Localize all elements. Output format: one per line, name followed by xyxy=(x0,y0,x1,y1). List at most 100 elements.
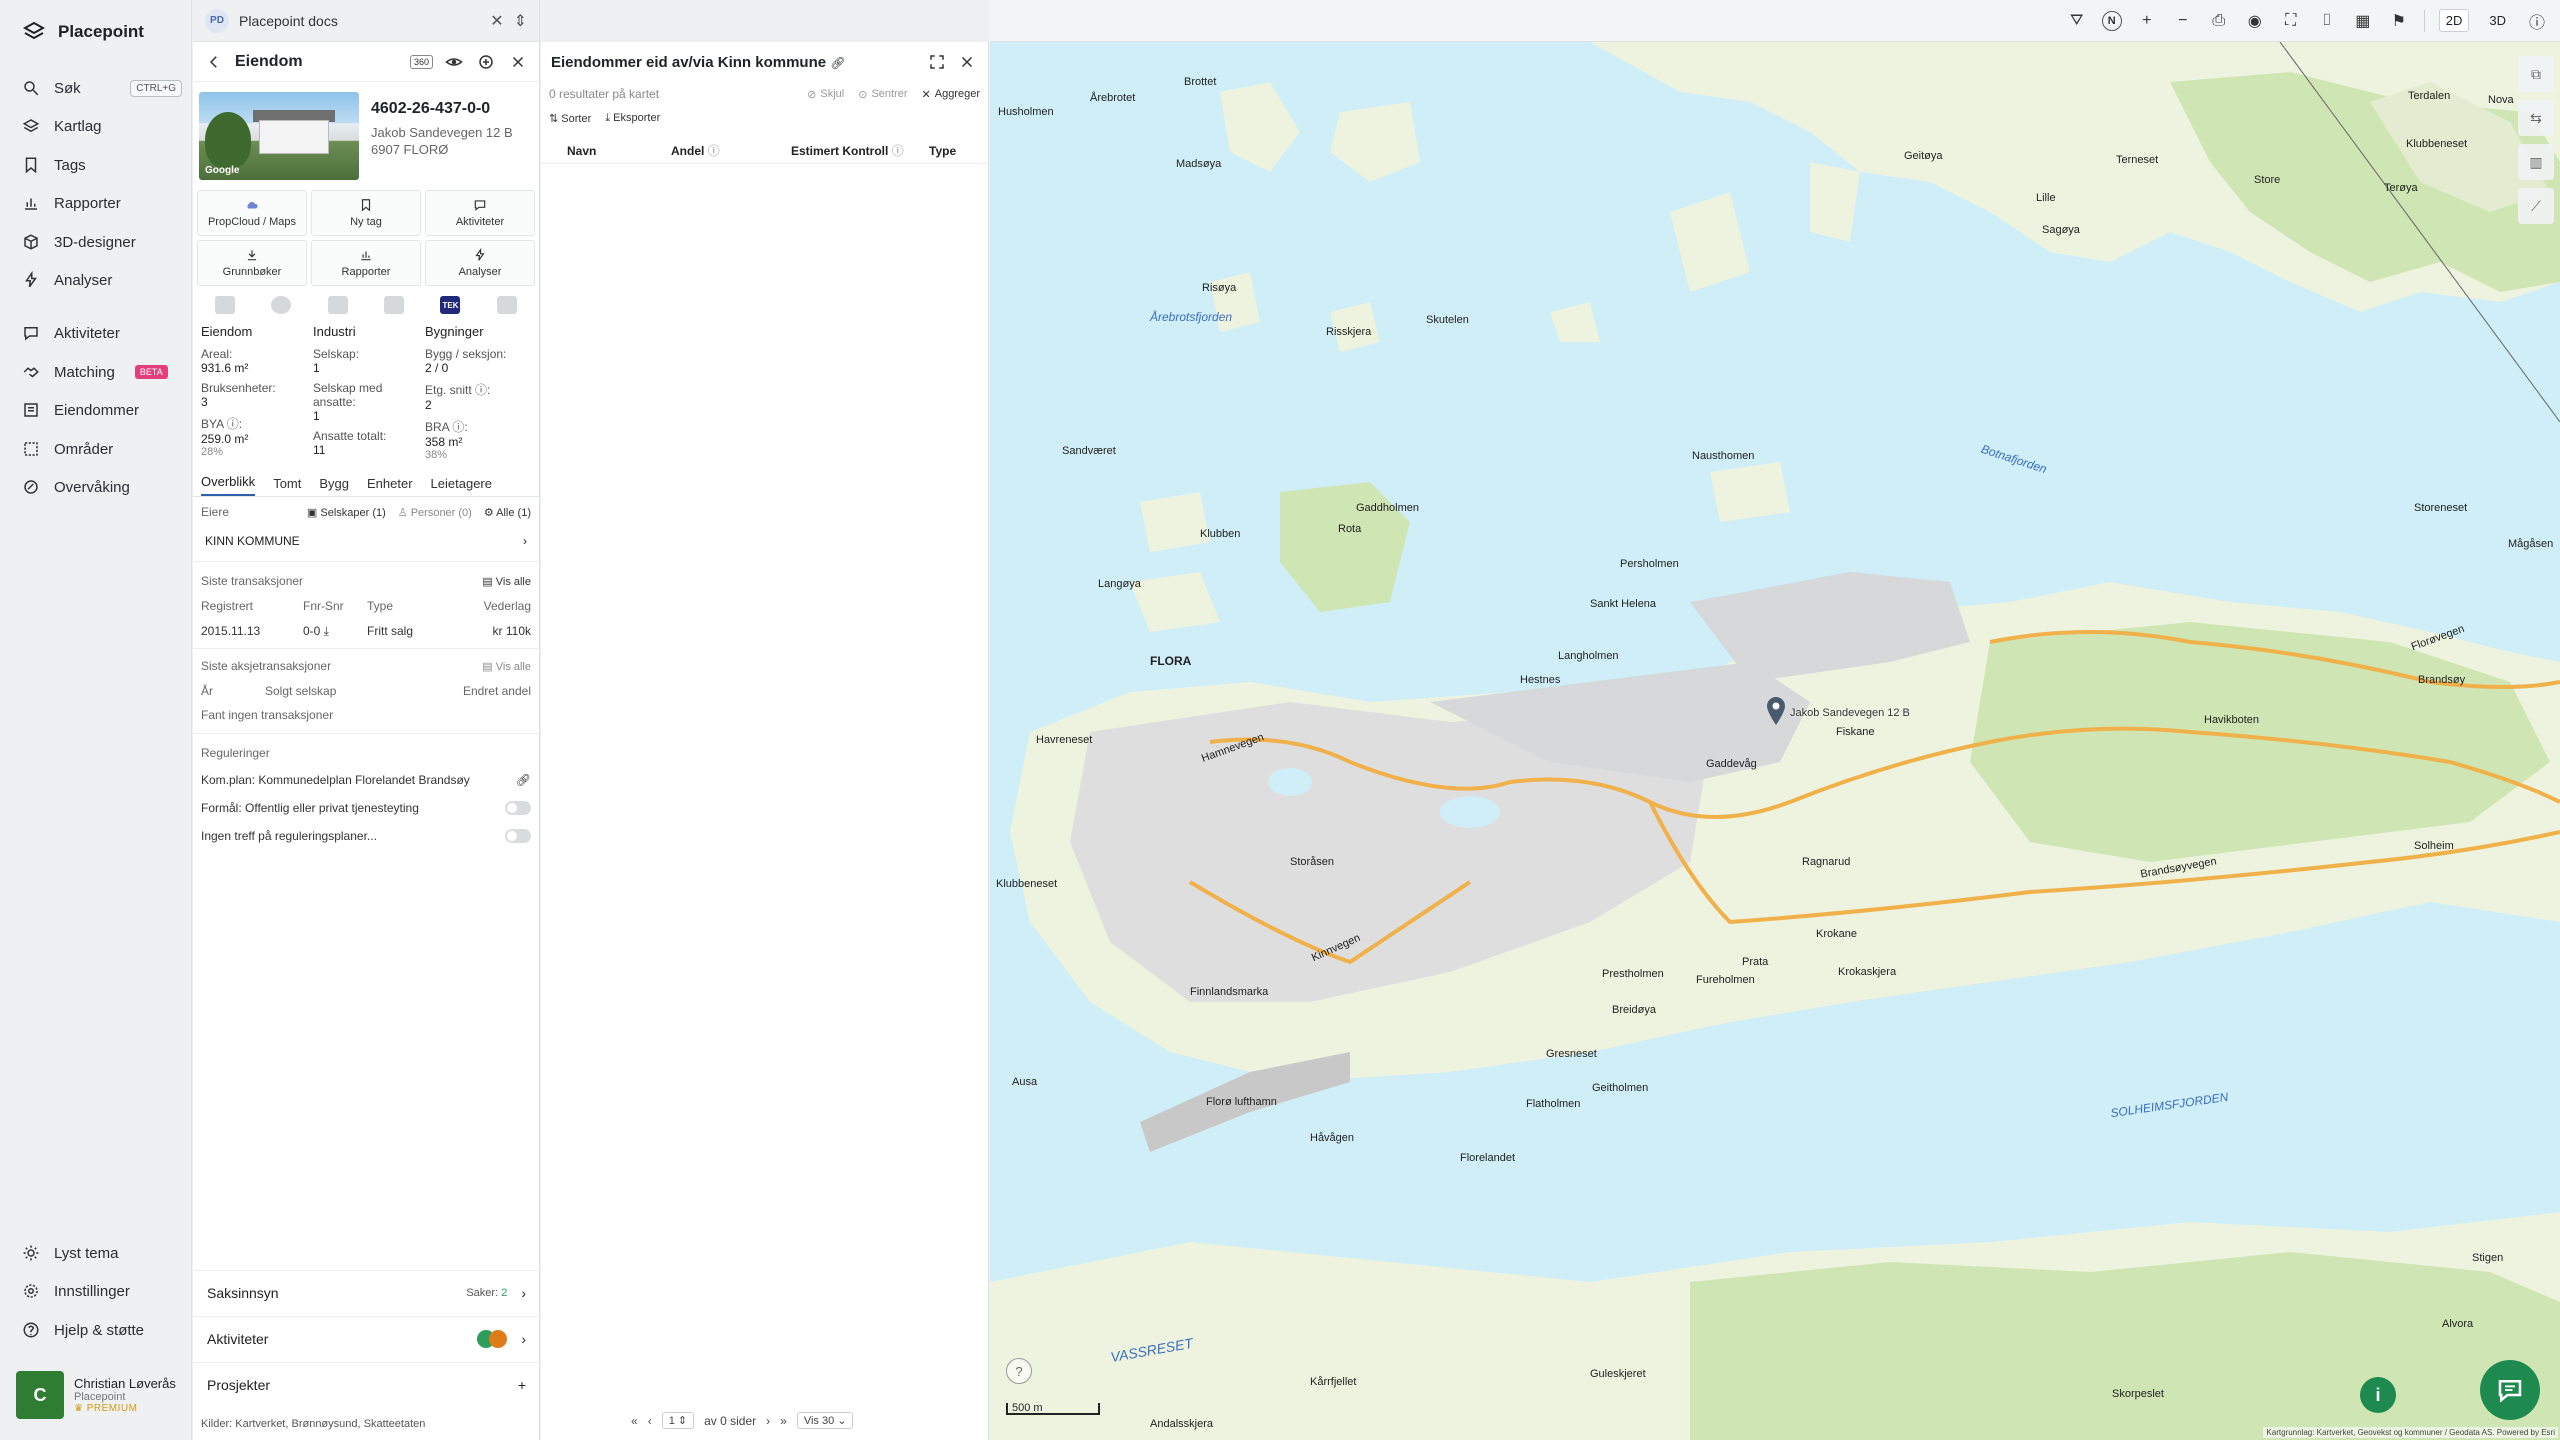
analyses-button[interactable]: Analyser xyxy=(425,240,535,286)
info-fab-button[interactable]: i xyxy=(2360,1377,2396,1413)
propcloud-button[interactable]: PropCloud / Maps xyxy=(197,190,307,236)
close-icon[interactable]: ✕ xyxy=(490,11,503,31)
map-canvas[interactable]: FLORA Årebrotsfjorden Botnafjorden SOLHE… xyxy=(990,42,2560,1440)
property-pin[interactable] xyxy=(1766,696,1786,729)
close-panel-icon[interactable] xyxy=(507,51,529,73)
new-tag-button[interactable]: Ny tag xyxy=(311,190,421,236)
tek-source-icon[interactable]: TEK xyxy=(440,296,461,314)
per-page-select[interactable]: Vis 30 ⌄ xyxy=(796,1412,854,1429)
info-icon[interactable]: ⓘ xyxy=(2526,10,2548,32)
aktiviteter-section[interactable]: Aktiviteter › xyxy=(193,1316,540,1360)
col-type[interactable]: Type xyxy=(929,144,956,158)
nav-item-overvaking[interactable]: Overvåking xyxy=(22,472,182,502)
doc-tab[interactable]: PD Placepoint docs ✕ ⇕ xyxy=(193,0,539,42)
purpose-toggle[interactable] xyxy=(505,801,531,815)
brand[interactable]: Placepoint xyxy=(22,20,144,44)
zoom-in-icon[interactable]: + xyxy=(2136,10,2158,32)
next-page-icon[interactable]: › xyxy=(766,1414,770,1428)
nav-item-3d-designer[interactable]: 3D-designer xyxy=(22,227,182,257)
filter-persons[interactable]: ♙ Personer (0) xyxy=(398,506,472,519)
map-compare-button[interactable]: ⇆ xyxy=(2518,100,2554,136)
source-icon-6[interactable] xyxy=(496,296,517,314)
layers-3d-icon[interactable]: ⛛ xyxy=(2066,10,2088,32)
nav-item-tags[interactable]: Tags xyxy=(22,150,182,180)
map-label-place: Skorpeslet xyxy=(2112,1388,2164,1400)
nav-item-sok[interactable]: Søk CTRL+G xyxy=(22,73,182,103)
last-page-icon[interactable]: » xyxy=(780,1414,787,1428)
eye-icon[interactable]: ◉ xyxy=(2244,10,2266,32)
export-button[interactable]: ⤓ Eksporter xyxy=(605,112,660,125)
hide-button[interactable]: ⊘ Skjul xyxy=(807,88,844,101)
regulation-plan-row[interactable]: Kom.plan: Kommunedelplan Florelandet Bra… xyxy=(193,766,539,794)
map-label-place: Skutelen xyxy=(1426,314,1469,326)
camera-icon[interactable]: ⌷ xyxy=(2316,10,2338,32)
zoom-out-icon[interactable]: − xyxy=(2172,10,2194,32)
nav-item-omrader[interactable]: Områder xyxy=(22,434,182,464)
tab-bygg[interactable]: Bygg xyxy=(319,476,349,496)
map-help-icon[interactable]: ? xyxy=(1006,1358,1032,1384)
prosjekter-section[interactable]: Prosjekter + xyxy=(193,1362,540,1406)
mode-3d-button[interactable]: 3D xyxy=(2483,10,2512,31)
first-page-icon[interactable]: « xyxy=(631,1414,638,1428)
share-tx-view-all[interactable]: ▤ Vis alle xyxy=(482,660,531,673)
grid-icon[interactable]: ▦ xyxy=(2352,10,2374,32)
prev-page-icon[interactable]: ‹ xyxy=(648,1414,652,1428)
aggregate-button[interactable]: ✕ Aggreger xyxy=(922,88,980,101)
nav-item-kartlag[interactable]: Kartlag xyxy=(22,111,182,141)
center-button[interactable]: ⊙ Sentrer xyxy=(858,88,907,101)
saksinnsyn-section[interactable]: Saksinnsyn Saker: 2 › xyxy=(193,1270,540,1314)
mode-2d-button[interactable]: 2D xyxy=(2438,9,2470,32)
source-icon-2[interactable] xyxy=(271,296,292,314)
add-circle-icon[interactable] xyxy=(475,51,497,73)
link-icon[interactable]: 🔗︎ xyxy=(516,773,531,787)
nav-item-analyser[interactable]: Analyser xyxy=(22,265,182,295)
eye-icon[interactable] xyxy=(443,51,465,73)
page-input[interactable]: 1 ⇕ xyxy=(661,1412,695,1429)
plus-icon[interactable]: + xyxy=(518,1377,526,1393)
reports-button[interactable]: Rapporter xyxy=(311,240,421,286)
tab-leietagere[interactable]: Leietagere xyxy=(431,476,492,496)
filter-companies[interactable]: ▣ Selskaper (1) xyxy=(307,506,386,519)
source-icon-1[interactable] xyxy=(215,296,236,314)
source-icon-3[interactable] xyxy=(327,296,348,314)
sort-button[interactable]: ⇅ Sorter xyxy=(549,112,591,125)
bookmark-icon[interactable]: ⚑ xyxy=(2388,10,2410,32)
fullscreen-icon[interactable] xyxy=(926,51,948,73)
fullscreen-icon[interactable]: ⛶ xyxy=(2280,10,2302,32)
col-kontroll[interactable]: Estimert Kontroll ⓘ xyxy=(791,142,929,159)
plans-toggle[interactable] xyxy=(505,829,531,843)
chat-fab-button[interactable] xyxy=(2480,1360,2540,1420)
back-icon[interactable] xyxy=(203,51,225,73)
map-layers-button[interactable]: ⧉ xyxy=(2518,56,2554,92)
street-view-photo[interactable]: Google xyxy=(199,92,359,180)
view-360-button[interactable]: 360 xyxy=(409,54,433,69)
nav-item-innstillinger[interactable]: Innstillinger xyxy=(22,1276,182,1306)
close-results-icon[interactable] xyxy=(956,51,978,73)
filter-all[interactable]: ⚙ Alle (1) xyxy=(484,506,531,519)
grunnboker-button[interactable]: Grunnbøker xyxy=(197,240,307,286)
expand-collapse-icon[interactable]: ⇕ xyxy=(514,11,527,31)
north-compass-icon[interactable]: N xyxy=(2101,10,2122,31)
nav-item-lyst-tema[interactable]: Lyst tema xyxy=(22,1238,182,1268)
user-card[interactable]: C Christian Løverås Placepoint ♛ PREMIUM xyxy=(16,1368,186,1422)
source-icon-4[interactable] xyxy=(384,296,405,314)
property-address[interactable]: Jakob Sandevegen 12 B 6907 FLORØ xyxy=(371,124,513,158)
transactions-view-all[interactable]: ▤ Vis alle xyxy=(482,575,531,588)
owner-row[interactable]: KINN KOMMUNE › xyxy=(193,527,539,555)
map-chart-button[interactable]: ▥ xyxy=(2518,144,2554,180)
col-andel[interactable]: Andel ⓘ xyxy=(671,142,791,159)
nav-item-rapporter[interactable]: Rapporter xyxy=(22,188,182,218)
bolt-icon xyxy=(475,248,485,261)
map-measure-button[interactable]: ⟋ xyxy=(2518,188,2554,224)
activities-button[interactable]: Aktiviteter xyxy=(425,190,535,236)
print-icon[interactable]: ⎙ xyxy=(2208,10,2230,32)
transaction-row[interactable]: 2015.11.13 0-0 ⤓ Fritt salg kr 110k xyxy=(193,618,539,644)
tab-overblikk[interactable]: Overblikk xyxy=(201,474,256,496)
nav-item-aktiviteter[interactable]: Aktiviteter xyxy=(22,318,182,348)
tab-tomt[interactable]: Tomt xyxy=(273,476,301,496)
nav-item-eiendommer[interactable]: Eiendommer xyxy=(22,395,182,425)
nav-item-matching[interactable]: Matching BETA xyxy=(22,357,182,387)
col-navn[interactable]: Navn xyxy=(551,144,671,158)
tab-enheter[interactable]: Enheter xyxy=(367,476,413,496)
nav-item-hjelp[interactable]: Hjelp & støtte xyxy=(22,1315,182,1345)
